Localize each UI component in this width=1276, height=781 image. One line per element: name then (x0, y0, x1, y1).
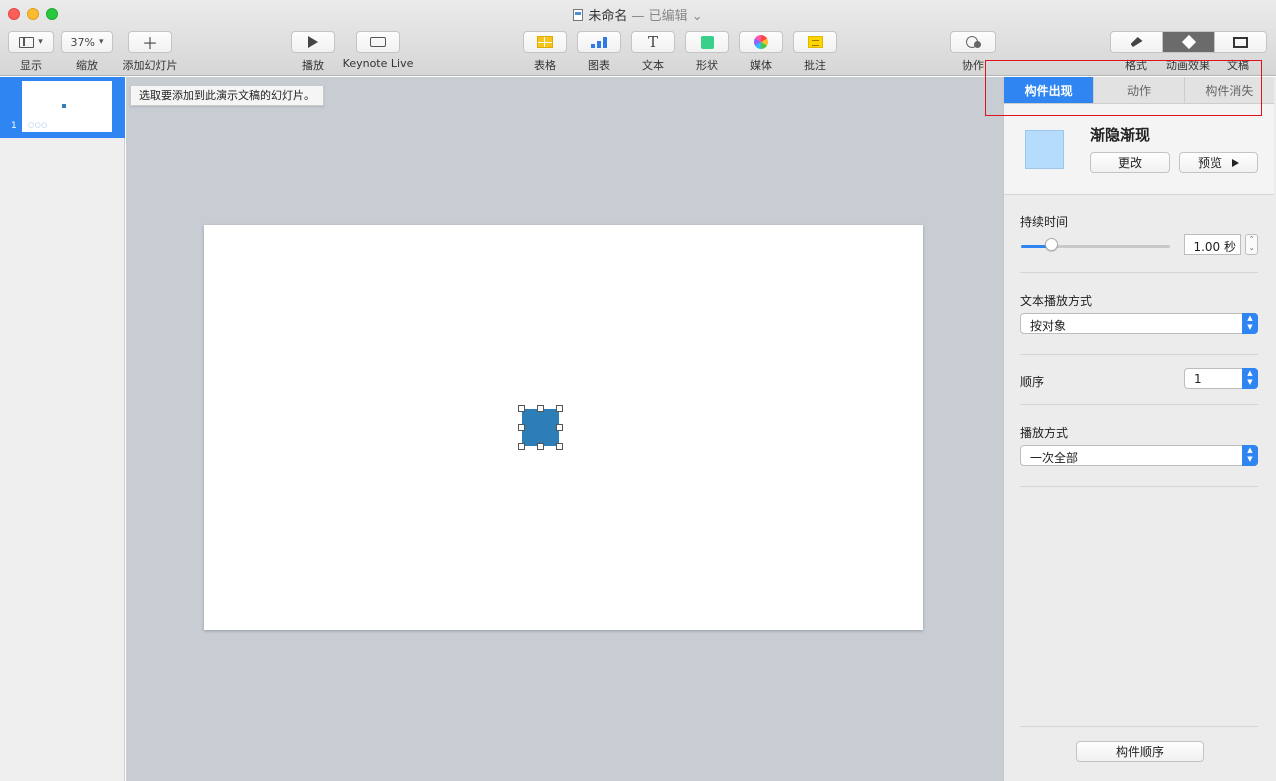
divider (1020, 726, 1258, 727)
document-name: 未命名 (588, 9, 628, 24)
document-icon (1233, 36, 1248, 48)
animate-icon (1181, 34, 1196, 50)
text-icon: T (647, 33, 658, 51)
text-delivery-popup[interactable]: 按对象 ▲ ▼ (1020, 313, 1258, 334)
resize-handle[interactable] (556, 405, 563, 412)
duration-slider[interactable] (1021, 245, 1170, 248)
delivery-label: 播放方式 (1020, 426, 1069, 440)
keynote-live-label: Keynote Live (342, 57, 414, 70)
collaborate-button[interactable] (950, 31, 996, 53)
order-label: 顺序 (1020, 375, 1045, 389)
duration-stepper[interactable]: ⌃ ⌄ (1245, 234, 1258, 255)
play-label: 播放 (302, 59, 324, 72)
delivery-value: 一次全部 (1030, 451, 1079, 465)
window-title[interactable]: 未命名 — 已编辑 ⌄ (0, 5, 1276, 24)
popup-arrows-icon: ▲ ▼ (1242, 368, 1258, 389)
media-label: 媒体 (750, 59, 772, 72)
popup-arrows-icon: ▲ ▼ (1242, 313, 1258, 334)
zoom-value: 37% (70, 35, 95, 49)
play-icon (1232, 158, 1239, 167)
zoom-menu-button[interactable]: 37% ▾ (61, 31, 113, 53)
duration-slider-knob[interactable] (1044, 238, 1058, 251)
table-label: 表格 (534, 59, 556, 72)
resize-handle[interactable] (518, 405, 525, 412)
resize-handle[interactable] (518, 424, 525, 431)
animate-inspector-button[interactable] (1162, 32, 1214, 52)
effect-name: 渐隐渐现 (1090, 126, 1151, 144)
chart-button[interactable] (577, 31, 621, 53)
edited-status: — 已编辑 ⌄ (631, 9, 703, 24)
play-button[interactable] (291, 31, 335, 53)
shape-icon (700, 35, 714, 49)
order-value: 1 (1194, 372, 1202, 386)
divider (1020, 404, 1258, 405)
resize-handle[interactable] (518, 443, 525, 450)
chart-icon (591, 36, 607, 48)
divider (1020, 272, 1258, 273)
build-indicator: ○○○ (28, 121, 48, 129)
shape-label: 形状 (696, 59, 718, 72)
keynote-live-button[interactable] (356, 31, 400, 53)
slide[interactable] (204, 225, 923, 630)
zoom-label: 缩放 (76, 59, 98, 72)
preview-button[interactable]: 预览 (1179, 152, 1258, 173)
popup-arrows-icon: ▲ ▼ (1242, 445, 1258, 466)
chart-label: 图表 (588, 59, 610, 72)
preview-label: 预览 (1197, 156, 1222, 170)
slide-canvas[interactable]: 选取要添加到此演示文稿的幻灯片。 (126, 77, 1003, 781)
divider (1020, 486, 1258, 487)
text-delivery-label: 文本播放方式 (1020, 294, 1093, 308)
animate-inspector: 构件出现 动作 构件消失 渐隐渐现 更改 预览 持续时间 1.00 秒 ⌃ ⌄ 文… (1003, 77, 1276, 781)
duration-label: 持续时间 (1020, 215, 1069, 229)
paintbrush-icon (1130, 37, 1143, 47)
photos-icon (754, 35, 768, 49)
comment-icon (807, 36, 823, 48)
slide-thumbnail-row[interactable]: 1 ○○○ (0, 77, 125, 138)
order-popup[interactable]: 1 ▲ ▼ (1184, 368, 1258, 389)
change-effect-button[interactable]: 更改 (1090, 152, 1170, 173)
keynote-document-icon (573, 9, 584, 21)
duration-field[interactable]: 1.00 秒 (1184, 234, 1241, 255)
play-icon (308, 36, 318, 48)
collaborate-icon (965, 35, 981, 49)
text-delivery-value: 按对象 (1030, 319, 1067, 333)
media-button[interactable] (739, 31, 783, 53)
chevron-down-icon: ▾ (98, 37, 104, 47)
delivery-popup[interactable]: 一次全部 ▲ ▼ (1020, 445, 1258, 466)
tooltip: 选取要添加到此演示文稿的幻灯片。 (130, 85, 324, 106)
resize-handle[interactable] (537, 405, 544, 412)
document-inspector-button[interactable] (1214, 32, 1266, 52)
resize-handle[interactable] (556, 424, 563, 431)
text-button[interactable]: T (631, 31, 675, 53)
comment-button[interactable] (793, 31, 837, 53)
view-menu-button[interactable]: ▾ (8, 31, 54, 53)
effect-preview-thumbnail (1025, 130, 1064, 169)
resize-handle[interactable] (537, 443, 544, 450)
shape-button[interactable] (685, 31, 729, 53)
keynote-live-icon (370, 37, 386, 47)
selected-square-shape[interactable] (518, 405, 563, 450)
table-button[interactable] (523, 31, 567, 53)
format-inspector-button[interactable] (1111, 32, 1162, 52)
divider (1020, 354, 1258, 355)
effect-section: 渐隐渐现 更改 预览 (1004, 104, 1274, 195)
add-slide-label: 添加幻灯片 (122, 59, 178, 72)
resize-handle[interactable] (556, 443, 563, 450)
slide-number: 1 (11, 121, 17, 131)
plus-icon: ＋ (141, 34, 158, 53)
sidebar-view-icon (19, 36, 35, 48)
highlight-annotation-box (985, 60, 1262, 116)
build-order-button[interactable]: 构件顺序 (1076, 741, 1204, 762)
inspector-switcher (1110, 31, 1267, 53)
comment-label: 批注 (804, 59, 826, 72)
thumbnail-shape (62, 104, 66, 108)
chevron-down-icon: ▾ (38, 37, 43, 47)
add-slide-button[interactable]: ＋ (128, 31, 172, 53)
text-label: 文本 (642, 59, 664, 72)
slide-navigator: 1 ○○○ (0, 77, 125, 781)
view-label: 显示 (20, 59, 42, 72)
table-icon (537, 36, 553, 48)
